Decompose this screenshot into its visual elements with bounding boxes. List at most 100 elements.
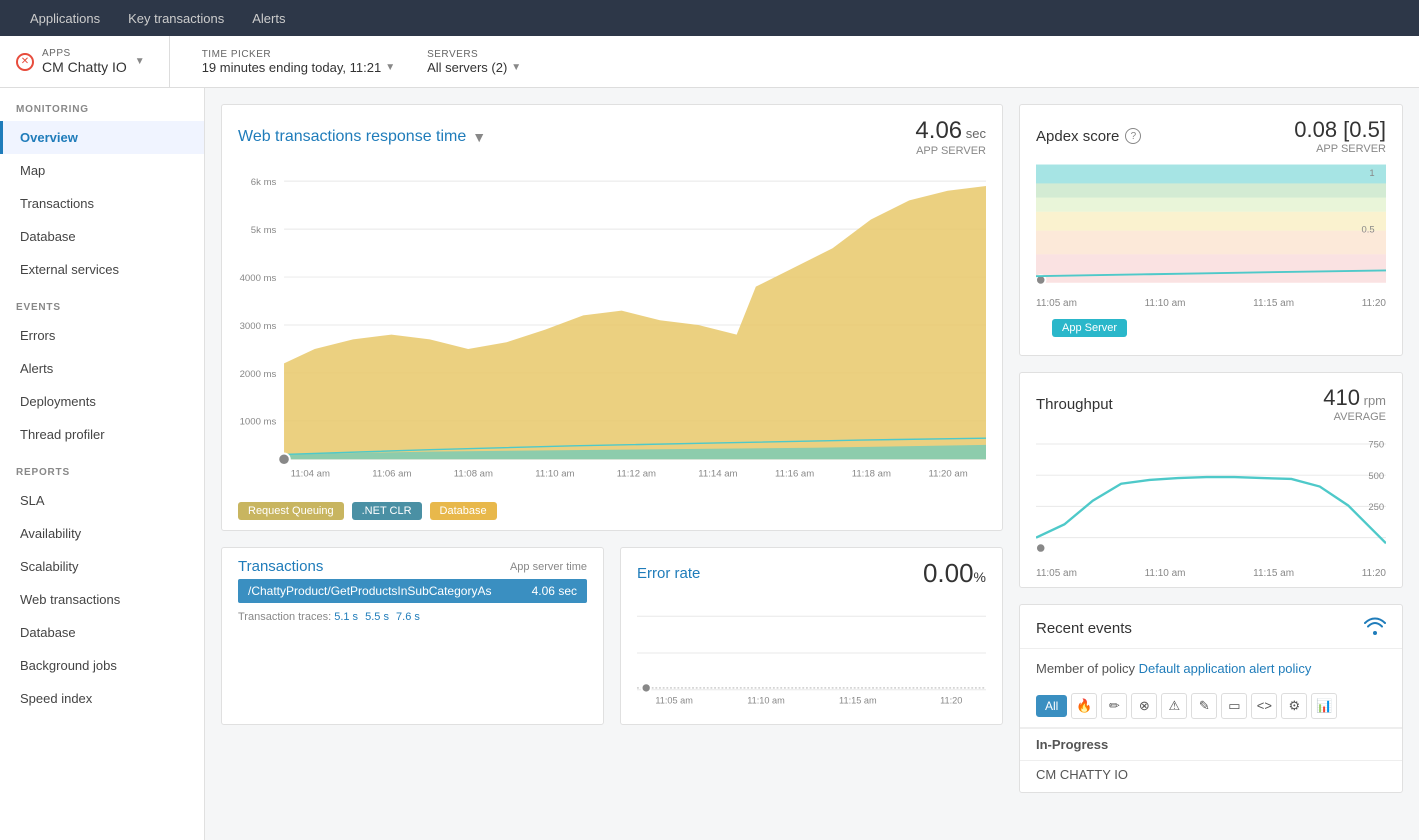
recent-events-card: Recent events Member of policy Default a… [1019,604,1403,793]
sidebar-item-scalability[interactable]: Scalability [0,550,204,583]
time-picker-value: 19 minutes ending today, 11:21 ▼ [202,60,395,75]
transaction-value: 4.06 sec [532,584,577,598]
transaction-row[interactable]: /ChattyProduct/GetProductsInSubCategoryA… [238,579,587,603]
sidebar-item-database[interactable]: Database [0,220,204,253]
svg-text:11:14 am: 11:14 am [698,469,737,480]
time-picker-chevron-icon: ▼ [385,62,395,73]
apdex-server-label: APP SERVER [1294,143,1386,155]
servers-label: SERVERS [427,49,521,60]
servers-picker[interactable]: SERVERS All servers (2) ▼ [427,49,521,75]
svg-text:0.5: 0.5 [1362,225,1375,236]
filter-monitor-icon[interactable]: ▭ [1221,693,1247,719]
servers-value: All servers (2) ▼ [427,60,521,75]
sidebar-item-web-transactions[interactable]: Web transactions [0,583,204,616]
svg-text:250: 250 [1368,502,1384,513]
right-panel: Apdex score ? 0.08 [0.5] APP SERVER [1019,88,1419,840]
sidebar-item-transactions[interactable]: Transactions [0,187,204,220]
filter-edit-icon[interactable]: ✎ [1191,693,1217,719]
svg-text:500: 500 [1368,471,1384,482]
filter-chart-icon[interactable]: 📊 [1311,693,1337,719]
filter-circle-x-icon[interactable]: ⊗ [1131,693,1157,719]
transactions-subtitle: App server time [510,561,587,573]
transaction-traces: Transaction traces: 5.1 s 5.5 s 7.6 s [222,607,603,631]
sidebar-item-availability[interactable]: Availability [0,517,204,550]
svg-text:4000 ms: 4000 ms [240,273,277,284]
apdex-header: Apdex score ? 0.08 [0.5] APP SERVER [1020,105,1402,155]
recent-events-header: Recent events [1020,605,1402,649]
legend-request-queuing: Request Queuing [238,502,344,520]
filter-code-icon[interactable]: <> [1251,693,1277,719]
apdex-help-icon[interactable]: ? [1125,128,1141,144]
apdex-card: Apdex score ? 0.08 [0.5] APP SERVER [1019,104,1403,356]
throughput-title: Throughput [1036,396,1113,413]
events-label: EVENTS [0,286,204,319]
sidebar-item-overview[interactable]: Overview [0,121,204,154]
reports-label: REPORTS [0,451,204,484]
transactions-title: Transactions [238,558,323,575]
apdex-value: 0.08 [0.5] [1294,117,1386,143]
wifi-icon [1364,617,1386,640]
chart-title: Web transactions response time ▼ [238,128,486,146]
apdex-title: Apdex score [1036,128,1119,145]
filter-fire-icon[interactable]: 🔥 [1071,693,1097,719]
svg-text:2000 ms: 2000 ms [240,369,277,380]
sidebar-item-external-services[interactable]: External services [0,253,204,286]
cm-chatty-label: CM CHATTY IO [1020,760,1402,792]
apps-chevron-icon: ▼ [135,56,145,67]
recent-events-title: Recent events [1036,620,1132,637]
chart-header: Web transactions response time ▼ 4.06 se… [222,105,1002,157]
apps-selector[interactable]: ✕ APPS CM Chatty IO ▼ [16,36,170,88]
svg-text:11:08 am: 11:08 am [454,469,493,480]
throughput-header: Throughput 410 rpm AVERAGE [1020,373,1402,423]
sidebar-item-sla[interactable]: SLA [0,484,204,517]
error-rate-svg: 11:05 am 11:10 am 11:15 am 11:20 [637,593,986,713]
sidebar-item-speed-index[interactable]: Speed index [0,682,204,715]
svg-text:11:16 am: 11:16 am [775,469,814,480]
filter-warning-icon[interactable]: ⚠ [1161,693,1187,719]
nav-key-transactions[interactable]: Key transactions [114,0,238,36]
svg-text:11:04 am: 11:04 am [291,469,330,480]
chart-title-chevron-icon[interactable]: ▼ [472,129,486,145]
nav-alerts[interactable]: Alerts [238,0,299,36]
apdex-chart-area: 1 0.5 [1020,155,1402,298]
policy-link[interactable]: Default application alert policy [1139,661,1312,676]
apps-label: APPS [42,48,127,59]
sidebar-item-thread-profiler[interactable]: Thread profiler [0,418,204,451]
svg-text:1: 1 [1369,168,1374,179]
sidebar-item-database-report[interactable]: Database [0,616,204,649]
sidebar-item-map[interactable]: Map [0,154,204,187]
filter-all-button[interactable]: All [1036,695,1067,717]
trace-link-3[interactable]: 7.6 s [396,611,420,623]
svg-text:11:20: 11:20 [940,696,962,706]
breadcrumb-bar: ✕ APPS CM Chatty IO ▼ TIME PICKER 19 min… [0,36,1419,88]
svg-text:750: 750 [1368,440,1384,451]
svg-text:11:06 am: 11:06 am [372,469,411,480]
svg-text:5k ms: 5k ms [251,225,277,236]
svg-text:11:10 am: 11:10 am [535,469,574,480]
trace-link-2[interactable]: 5.5 s [365,611,389,623]
trace-link-1[interactable]: 5.1 s [334,611,358,623]
filter-pencil-icon[interactable]: ✏ [1101,693,1127,719]
main-layout: MONITORING Overview Map Transactions Dat… [0,88,1419,840]
throughput-value: 410 [1323,385,1360,410]
nav-applications[interactable]: Applications [16,0,114,36]
transactions-panel: Transactions App server time /ChattyProd… [221,547,604,725]
error-rate-value: 0.00% [923,558,986,589]
monitoring-label: MONITORING [0,88,204,121]
svg-text:11:15 am: 11:15 am [839,696,877,706]
app-server-badge: App Server [1036,313,1386,345]
filter-settings-icon[interactable]: ⚙ [1281,693,1307,719]
main-chart-area: 6k ms 5k ms 4000 ms 3000 ms 2000 ms 1000… [222,157,1002,496]
throughput-x-labels: 11:05 am 11:10 am 11:15 am 11:20 [1020,568,1402,587]
sidebar-item-deployments[interactable]: Deployments [0,385,204,418]
throughput-card: Throughput 410 rpm AVERAGE [1019,372,1403,588]
error-rate-title: Error rate [637,565,700,582]
sidebar-item-background-jobs[interactable]: Background jobs [0,649,204,682]
policy-text: Member of policy Default application ale… [1020,649,1402,685]
time-picker[interactable]: TIME PICKER 19 minutes ending today, 11:… [202,49,395,75]
sidebar-item-errors[interactable]: Errors [0,319,204,352]
sidebar: MONITORING Overview Map Transactions Dat… [0,88,205,840]
app-close-icon[interactable]: ✕ [16,53,34,71]
sidebar-item-alerts[interactable]: Alerts [0,352,204,385]
svg-text:11:10 am: 11:10 am [747,696,785,706]
